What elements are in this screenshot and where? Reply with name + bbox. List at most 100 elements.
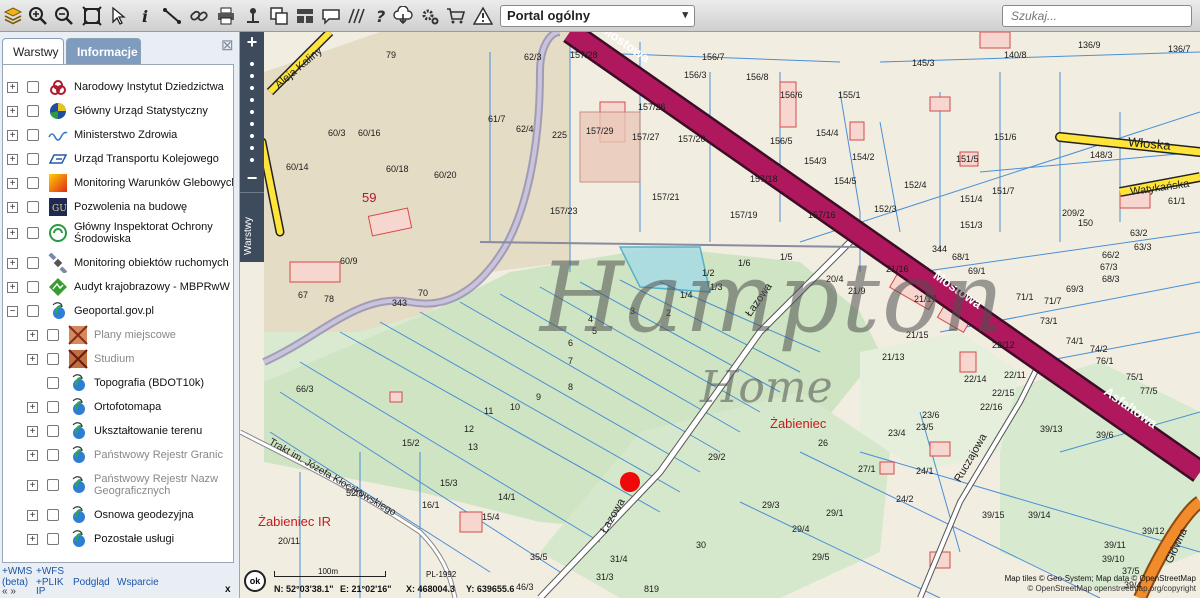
layer-checkbox[interactable] — [47, 329, 59, 341]
close-icon[interactable]: ⊠ — [221, 36, 234, 54]
add-wms-link[interactable]: +WMS — [2, 566, 32, 577]
layer-checkbox[interactable] — [47, 533, 59, 545]
link-icon[interactable] — [188, 5, 210, 27]
zoom-level-dot[interactable] — [250, 74, 254, 78]
expand-toggle[interactable]: + — [7, 201, 18, 213]
layer-item[interactable]: + Ortofotomapa — [27, 397, 161, 417]
layer-item[interactable]: + Monitoring obiektów ruchomych — [7, 253, 229, 273]
zoom-extent-icon[interactable] — [81, 5, 103, 27]
measure-icon[interactable] — [161, 5, 183, 27]
zoom-out-icon[interactable] — [53, 5, 75, 27]
layer-checkbox[interactable] — [47, 479, 59, 491]
layer-checkbox[interactable] — [47, 353, 59, 365]
expand-toggle[interactable]: + — [7, 177, 18, 189]
expand-toggle[interactable]: + — [7, 227, 18, 239]
layer-item[interactable]: − Geoportal.gov.pl — [7, 301, 154, 321]
expand-toggle[interactable]: + — [7, 105, 18, 117]
tab-info[interactable]: Informacje — [66, 38, 141, 64]
layer-item[interactable]: + Państwowy Rejestr Granic — [27, 445, 223, 465]
expand-toggle[interactable]: + — [27, 533, 38, 545]
warning-icon[interactable] — [472, 5, 494, 27]
layer-item[interactable]: + Główny Inspektorat Ochrony Środowiska — [7, 221, 214, 245]
layer-item[interactable]: + Urząd Transportu Kolejowego — [7, 149, 219, 169]
zoom-level-dot[interactable] — [250, 122, 254, 126]
layer-checkbox[interactable] — [27, 153, 39, 165]
help-icon[interactable]: ? — [370, 5, 392, 27]
layers-icon[interactable] — [2, 5, 24, 27]
tab-layers[interactable]: Warstwy — [2, 38, 64, 64]
zoom-out-button[interactable]: − — [240, 168, 264, 189]
zoom-level-dot[interactable] — [250, 134, 254, 138]
footer-close[interactable]: x — [225, 584, 231, 595]
info-icon[interactable]: i — [134, 5, 156, 27]
layer-checkbox[interactable] — [27, 257, 39, 269]
layer-checkbox[interactable] — [47, 509, 59, 521]
layer-item[interactable]: + Osnowa geodezyjna — [27, 505, 194, 525]
pointer-icon[interactable] — [107, 5, 129, 27]
expand-toggle[interactable]: + — [27, 401, 38, 413]
expand-toggle[interactable]: + — [27, 479, 38, 491]
zoom-level-dot[interactable] — [250, 86, 254, 90]
expand-toggle[interactable]: + — [27, 329, 38, 341]
portal-select[interactable]: Portal ogólny ▾ — [500, 5, 695, 27]
expand-toggle[interactable]: + — [27, 509, 38, 521]
expand-toggle[interactable]: + — [7, 153, 18, 165]
zoom-in-icon[interactable] — [27, 5, 49, 27]
layer-checkbox[interactable] — [27, 227, 39, 239]
zoom-level-dot[interactable] — [250, 158, 254, 162]
preview-link[interactable]: Podgląd — [73, 577, 110, 588]
expand-toggle[interactable]: + — [7, 81, 18, 93]
expand-toggle[interactable]: − — [7, 305, 18, 317]
expand-toggle[interactable]: + — [7, 281, 18, 293]
layer-item[interactable]: +Topografia (BDOT10k) — [27, 373, 204, 393]
layer-item[interactable]: + Plany miejscowe — [27, 325, 176, 345]
map-view[interactable]: Mostowa Mostowa Asfaltowa Włoska Watykań… — [240, 32, 1200, 598]
layer-checkbox[interactable] — [27, 81, 39, 93]
layer-checkbox[interactable] — [47, 449, 59, 461]
layer-item[interactable]: + Państwowy Rejestr Nazw Geograficznych — [27, 473, 233, 497]
expand-toggle[interactable]: + — [27, 449, 38, 461]
download-icon[interactable] — [392, 5, 414, 27]
add-wfs-link[interactable]: +WFS — [36, 566, 64, 577]
layer-checkbox[interactable] — [27, 177, 39, 189]
layer-checkbox[interactable] — [27, 201, 39, 213]
ip-link[interactable]: IP — [36, 586, 45, 597]
layers-side-tab[interactable]: Warstwy — [240, 192, 264, 262]
settings-icon[interactable] — [419, 5, 441, 27]
layer-item[interactable]: + Monitoring Warunków Glebowych — [7, 173, 233, 193]
layer-item[interactable]: + Narodowy Instytut Dziedzictwa — [7, 77, 224, 97]
layer-checkbox[interactable] — [27, 281, 39, 293]
scroll-arrows[interactable]: « » — [2, 586, 16, 597]
layer-item[interactable]: + Ukształtowanie terenu — [27, 421, 202, 441]
expand-toggle[interactable]: + — [27, 425, 38, 437]
comment-icon[interactable] — [320, 5, 342, 27]
layer-item[interactable]: + Główny Urząd Statystyczny — [7, 101, 208, 121]
layer-item[interactable]: + Pozostałe usługi — [27, 529, 174, 549]
layer-item[interactable]: + Audyt krajobrazowy - MBPRwW — [7, 277, 230, 297]
zoom-level-dot[interactable] — [250, 98, 254, 102]
expand-toggle[interactable]: + — [7, 257, 18, 269]
layer-checkbox[interactable] — [27, 105, 39, 117]
expand-toggle[interactable]: + — [7, 129, 18, 141]
layer-checkbox[interactable] — [47, 377, 59, 389]
layer-item[interactable]: + Ministerstwo Zdrowia — [7, 125, 177, 145]
layer-checkbox[interactable] — [27, 305, 39, 317]
layer-checkbox[interactable] — [47, 401, 59, 413]
layer-item[interactable]: + Studium — [27, 349, 134, 369]
copy-icon[interactable] — [268, 5, 290, 27]
zoom-level-dot[interactable] — [250, 110, 254, 114]
search-input[interactable]: Szukaj... — [1002, 5, 1192, 27]
layer-checkbox[interactable] — [47, 425, 59, 437]
print-icon[interactable] — [215, 5, 237, 27]
layer-checkbox[interactable] — [27, 129, 39, 141]
zoom-in-button[interactable]: + — [240, 32, 264, 53]
cart-icon[interactable] — [445, 5, 467, 27]
ok-button[interactable]: ok — [244, 570, 266, 592]
layer-item[interactable]: + GU Pozwolenia na budowę — [7, 197, 187, 217]
zoom-level-dot[interactable] — [250, 146, 254, 150]
hatch-icon[interactable] — [346, 5, 368, 27]
pin-icon[interactable] — [242, 5, 264, 27]
layout-icon[interactable] — [294, 5, 316, 27]
support-link[interactable]: Wsparcie — [117, 577, 159, 588]
expand-toggle[interactable]: + — [27, 353, 38, 365]
